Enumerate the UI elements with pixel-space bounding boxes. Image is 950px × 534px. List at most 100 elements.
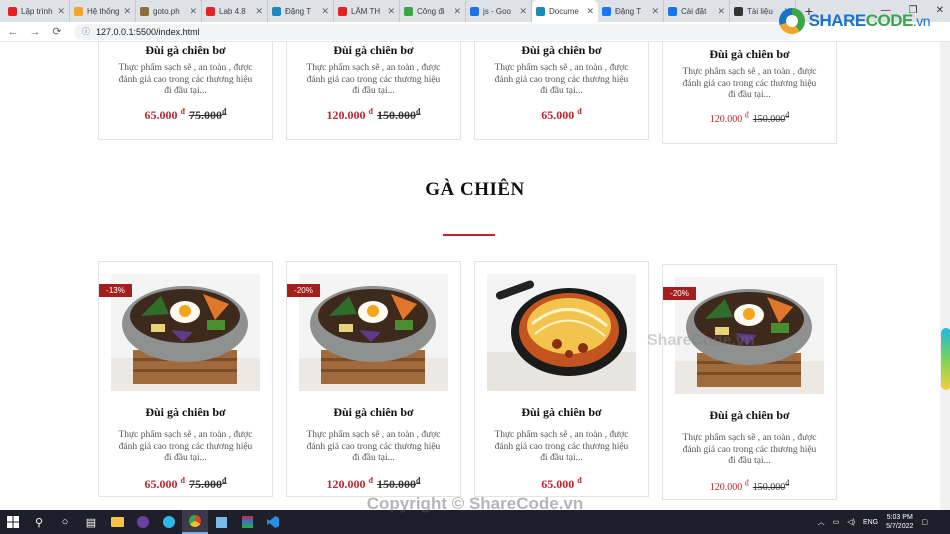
current-price: 120.000 đ xyxy=(709,111,749,126)
browser-tab[interactable]: LÂM TH ✕ xyxy=(334,0,400,22)
browser-tab[interactable]: Đặng T ✕ xyxy=(268,0,334,22)
browser-tab[interactable]: Docume ✕ xyxy=(532,0,598,22)
original-price-value: 150.000 xyxy=(752,482,786,494)
product-price: 65.000 đ xyxy=(475,476,648,492)
forward-icon[interactable]: → xyxy=(26,26,44,38)
close-window-icon[interactable]: ✕ xyxy=(936,5,944,16)
volume-icon[interactable]: ◁) xyxy=(847,518,855,526)
browser-tab[interactable]: Cài đặt ✕ xyxy=(664,0,730,22)
scrollbar-thumb[interactable] xyxy=(941,328,950,390)
product-title[interactable]: Đùi gà chiên bơ xyxy=(475,405,648,420)
product-price: 65.000 đ 75.000đ xyxy=(99,476,272,492)
currency-symbol: đ xyxy=(180,107,185,116)
tab-label: js - Goo xyxy=(483,6,512,16)
product-price: 65.000 đ 75.000đ xyxy=(99,107,272,123)
original-price-value: 150.000 xyxy=(377,477,416,491)
tab-close-icon[interactable]: ✕ xyxy=(717,6,725,17)
currency-symbol: đ xyxy=(368,476,373,485)
browser-tab[interactable]: Hệ thống ✕ xyxy=(70,0,136,22)
product-title[interactable]: Đùi gà chiên bơ xyxy=(287,405,460,420)
product-image[interactable] xyxy=(111,274,260,391)
tab-label: Lab 4.8 xyxy=(219,6,246,16)
tab-close-icon[interactable]: ✕ xyxy=(387,6,395,17)
product-card[interactable]: Đùi gà chiên bơ Thực phẩm sạch sẽ , an to… xyxy=(286,42,461,140)
tab-label: Cài đặt xyxy=(681,6,707,16)
clock[interactable]: 5:03 PM 5/7/2022 xyxy=(886,513,913,531)
product-image[interactable] xyxy=(487,274,636,391)
product-description: Thực phẩm sạch sẽ , an toàn , được đánh … xyxy=(682,433,817,466)
tab-close-icon[interactable]: ✕ xyxy=(586,6,594,17)
tab-close-icon[interactable]: ✕ xyxy=(519,6,527,17)
product-title[interactable]: Đùi gà chiên bơ xyxy=(663,47,836,62)
product-title[interactable]: Đùi gà chiên bơ xyxy=(99,43,272,58)
product-title[interactable]: Đùi gà chiên bơ xyxy=(663,408,836,423)
logo-mark-icon xyxy=(778,8,805,34)
clock-date: 5/7/2022 xyxy=(886,523,914,530)
notifications-icon[interactable]: ▢ xyxy=(921,518,928,526)
current-price-value: 65.000 xyxy=(144,477,178,491)
tab-favicon-icon xyxy=(140,6,149,16)
network-icon[interactable]: ▭ xyxy=(833,518,840,526)
product-title[interactable]: Đùi gà chiên bơ xyxy=(475,43,648,58)
product-description: Thực phẩm sạch sẽ , an toàn , được đánh … xyxy=(494,430,629,463)
tab-close-icon[interactable]: ✕ xyxy=(123,6,131,17)
product-description: Thực phẩm sạch sẽ , an toàn , được đánh … xyxy=(682,67,817,100)
product-card[interactable]: -13% Đùi gà chiên bơ Thực phẩm sạch sẽ , a… xyxy=(98,261,273,497)
discount-badge: -20% xyxy=(663,287,696,300)
original-price-value: 75.000 xyxy=(189,108,222,122)
url-field[interactable]: ⓘ 127.0.0.1:5500/index.html xyxy=(74,23,794,40)
tab-label: Đặng T xyxy=(615,6,642,16)
current-price-value: 120.000 xyxy=(709,114,743,126)
original-price-value: 150.000 xyxy=(377,108,416,122)
product-price: 120.000 đ 150.000đ xyxy=(663,479,836,494)
product-card[interactable]: -20% Đùi gà chiên bơ Thực phẩm sạch sẽ , a… xyxy=(662,264,837,500)
site-info-icon[interactable]: ⓘ xyxy=(82,26,90,37)
back-icon[interactable]: ← xyxy=(4,26,22,38)
tab-close-icon[interactable]: ✕ xyxy=(321,6,329,17)
tab-label: Đặng T xyxy=(285,6,312,16)
product-card[interactable]: -20% Đùi gà chiên bơ Thực phẩm sạch sẽ , a… xyxy=(286,261,461,497)
currency-symbol: đ xyxy=(785,479,790,488)
current-price-value: 65.000 xyxy=(144,108,178,122)
product-card[interactable]: Đùi gà chiên bơ Thực phẩm sạch sẽ , an to… xyxy=(474,42,649,140)
tab-close-icon[interactable]: ✕ xyxy=(189,6,197,17)
product-card[interactable]: Đùi gà chiên bơ Thực phẩm sạch sẽ , an to… xyxy=(662,42,837,144)
tab-label: Hệ thống xyxy=(87,6,120,16)
browser-tab[interactable]: Lab 4.8 ✕ xyxy=(202,0,268,22)
tab-favicon-icon xyxy=(338,6,347,16)
tab-close-icon[interactable]: ✕ xyxy=(453,6,461,17)
tab-label: Lập trình xyxy=(21,6,53,16)
product-description: Thực phẩm sạch sẽ , an toàn , được đánh … xyxy=(118,63,253,96)
page-scrollbar[interactable] xyxy=(940,42,950,510)
tray-chevron-icon[interactable]: ︿ xyxy=(818,517,825,527)
tab-close-icon[interactable]: ✕ xyxy=(651,6,659,17)
language-indicator[interactable]: ENG xyxy=(863,519,878,526)
product-image[interactable] xyxy=(299,274,448,391)
tab-label: goto.ph xyxy=(153,6,180,16)
tab-favicon-icon xyxy=(668,6,677,16)
product-description: Thực phẩm sạch sẽ , an toàn , được đánh … xyxy=(118,430,253,463)
reload-icon[interactable]: ⟳ xyxy=(48,25,66,38)
page-content: GÀ CHIÊN Đùi gà chiên bơ Thực phẩm sạch s… xyxy=(0,42,950,510)
current-price: 120.000 đ xyxy=(710,479,749,493)
browser-tab[interactable]: Đặng T ✕ xyxy=(598,0,664,22)
product-card[interactable]: Đùi gà chiên bơ Thực phẩm sạch sẽ , an to… xyxy=(98,42,273,140)
browser-tab[interactable]: js - Goo ✕ xyxy=(466,0,532,22)
currency-symbol: đ xyxy=(744,111,749,120)
tab-favicon-icon xyxy=(536,6,545,16)
tab-close-icon[interactable]: ✕ xyxy=(255,6,263,17)
tab-favicon-icon xyxy=(8,6,17,16)
tab-favicon-icon xyxy=(470,6,479,16)
currency-symbol: đ xyxy=(416,107,421,116)
currency-symbol: đ xyxy=(368,107,373,116)
product-title[interactable]: Đùi gà chiên bơ xyxy=(99,405,272,420)
browser-tab[interactable]: Công đi ✕ xyxy=(400,0,466,22)
browser-tab[interactable]: Lập trình ✕ xyxy=(4,0,70,22)
product-title[interactable]: Đùi gà chiên bơ xyxy=(287,43,460,58)
watermark-center: ShareCode.vn xyxy=(647,332,755,349)
current-price: 65.000 đ xyxy=(541,476,581,491)
product-card[interactable]: Đùi gà chiên bơ Thực phẩm sạch sẽ , an to… xyxy=(474,261,649,497)
current-price: 120.000 đ xyxy=(327,476,373,491)
tab-close-icon[interactable]: ✕ xyxy=(57,6,65,17)
browser-tab[interactable]: goto.ph ✕ xyxy=(136,0,202,22)
